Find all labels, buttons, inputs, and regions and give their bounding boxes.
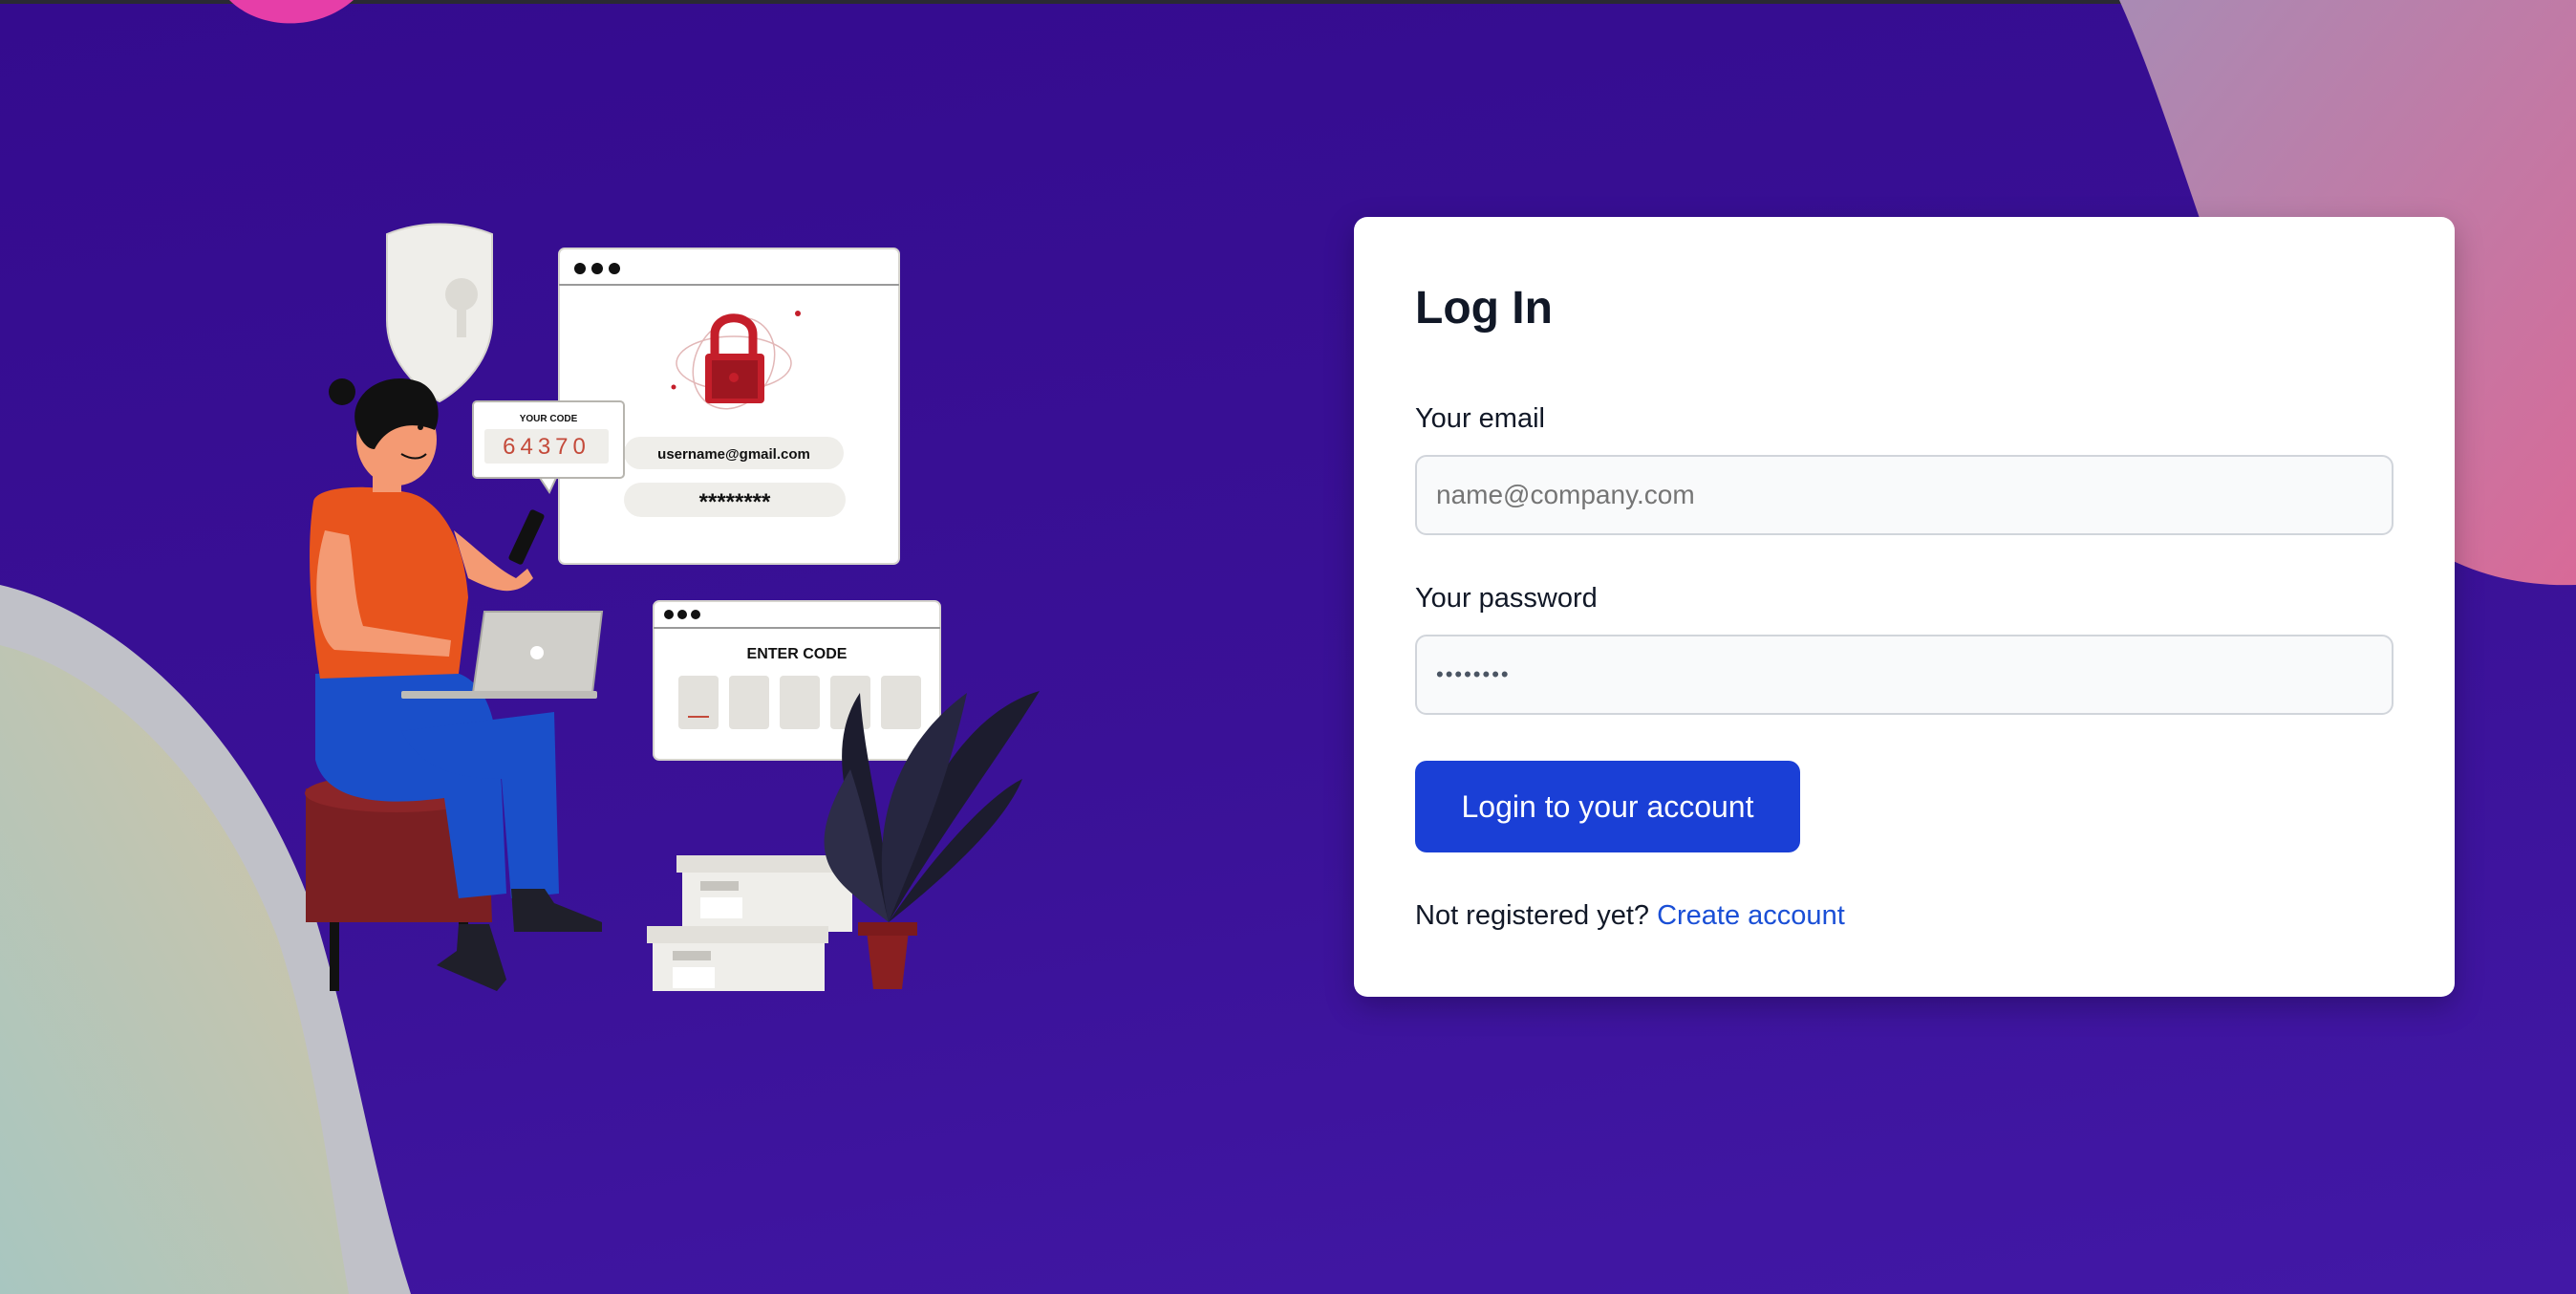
- your-code-label: YOUR CODE: [520, 414, 578, 424]
- illustration-password: ********: [699, 489, 771, 515]
- email-label: Your email: [1415, 403, 1545, 434]
- illustration-username: username@gmail.com: [657, 446, 810, 463]
- your-code-value: 64370: [503, 434, 590, 460]
- enter-code-window: ENTER CODE: [653, 600, 941, 761]
- security-illustration: username@gmail.com ******** YOUR CODE 64…: [305, 223, 1040, 991]
- plant-icon: [824, 691, 1040, 989]
- page-title: Log In: [1415, 283, 1553, 334]
- password-field[interactable]: ••••••••: [1415, 635, 2394, 715]
- pink-top-blob: [229, 0, 354, 24]
- login-card: Log In Your email Your password ••••••••…: [1354, 217, 2455, 997]
- create-account-link[interactable]: Create account: [1657, 900, 1845, 931]
- storage-boxes-icon: [647, 855, 856, 991]
- register-prompt-text: Not registered yet?: [1415, 900, 1650, 931]
- login-button[interactable]: Login to your account: [1415, 761, 1800, 852]
- enter-code-label: ENTER CODE: [747, 646, 848, 662]
- shield-icon: [386, 223, 493, 403]
- password-label: Your password: [1415, 583, 1598, 614]
- email-field[interactable]: [1415, 455, 2394, 535]
- register-prompt: Not registered yet? Create account: [1415, 900, 1845, 932]
- your-code-bubble: YOUR CODE 64370: [472, 400, 625, 495]
